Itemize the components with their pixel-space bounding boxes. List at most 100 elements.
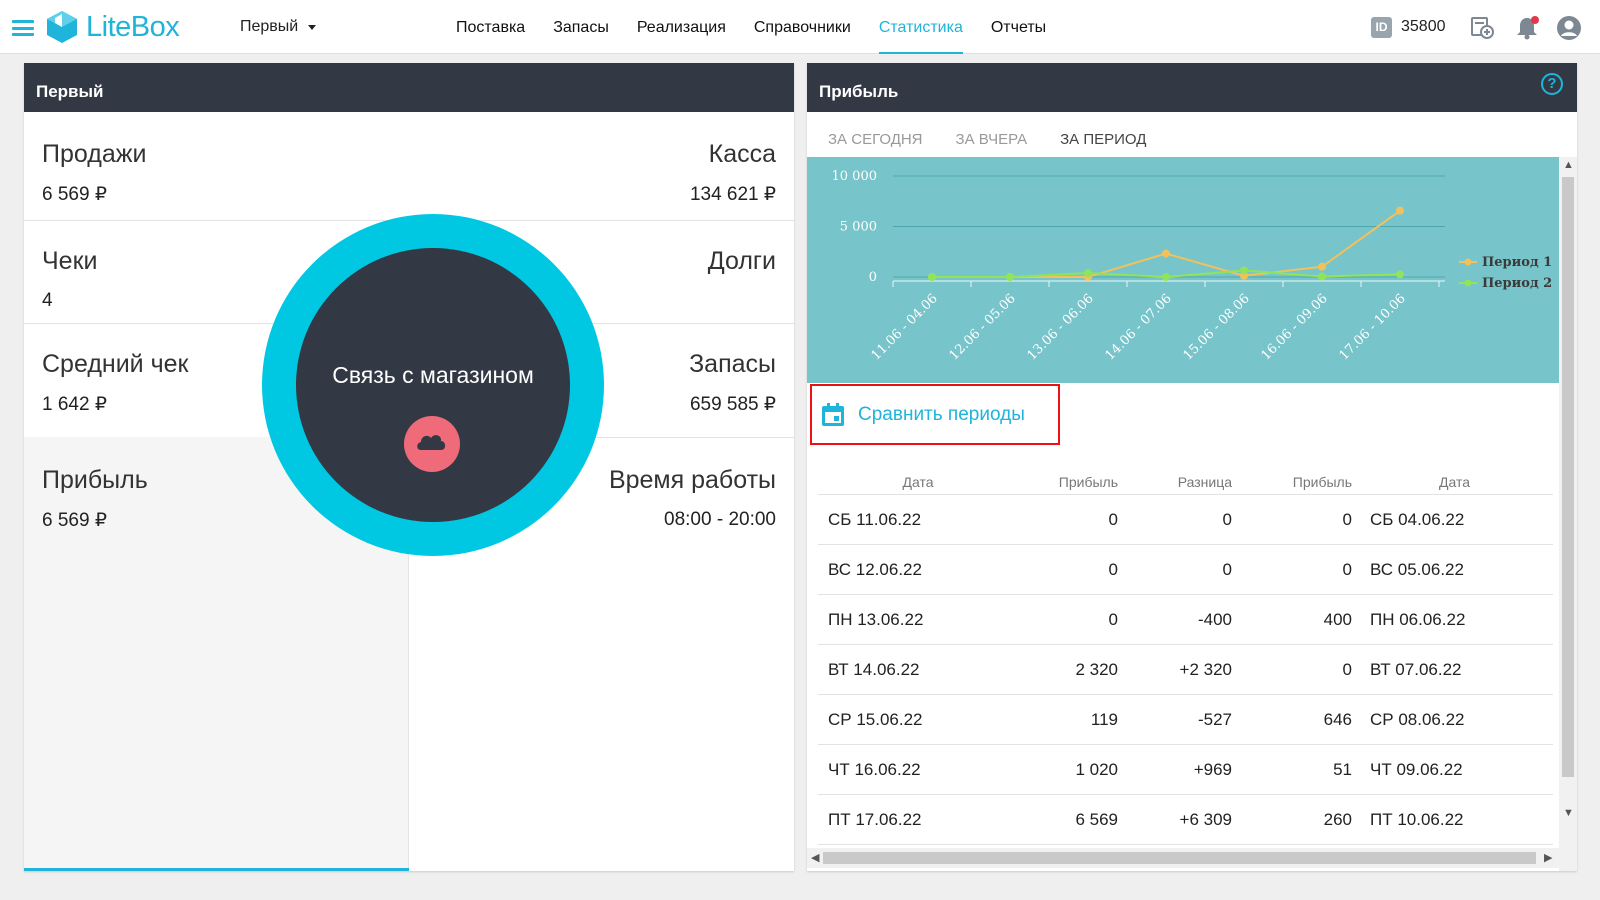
cell-date-1: СБ 11.06.22 [828, 509, 922, 529]
cell-date-2: СБ 04.06.22 [1370, 509, 1465, 529]
cell-difference: 0 [1222, 509, 1232, 529]
store-select-label: Первый [240, 18, 299, 35]
table-header: Дата Прибыль Разница Прибыль Дата [818, 466, 1553, 495]
profit-panel: Прибыль ? ЗА СЕГОДНЯ ЗА ВЧЕРА ЗА ПЕРИОД … [807, 63, 1577, 871]
menu-icon[interactable] [12, 20, 34, 36]
horizontal-scrollbar[interactable]: ◀ ▶ [807, 848, 1559, 868]
x-tick-label: 15.06 - 08.06 [1181, 291, 1253, 363]
legend-label: Период 1 [1482, 255, 1552, 270]
tab-period[interactable]: ЗА ПЕРИОД [1060, 131, 1146, 148]
nav-item-stock[interactable]: Запасы [553, 0, 609, 54]
profit-chart: 10 000 5 000 0 11.06 - 04.06 12.06 - 05.06 13… [832, 169, 1553, 363]
main-nav: Поставка Запасы Реализация Справочники С… [456, 0, 1074, 54]
legend-marker [1464, 258, 1472, 266]
cell-profit-2: 0 [1342, 659, 1352, 679]
tab-today[interactable]: ЗА СЕГОДНЯ [828, 131, 923, 148]
data-point [1318, 262, 1326, 271]
vertical-scrollbar[interactable]: ▲ ▼ [1559, 157, 1577, 871]
store-connection-title: Связь с магазином [332, 362, 534, 388]
active-indicator [24, 868, 409, 871]
metric-cash: Касса 134 621 ₽ [409, 112, 794, 220]
logo[interactable]: LiteBox [46, 10, 180, 44]
column-header-profit-2: Прибыль [1292, 474, 1352, 490]
profit-chart-area: 10 000 5 000 0 11.06 - 04.06 12.06 - 05.06 13… [807, 157, 1559, 383]
table-row[interactable]: ЧТ 16.06.22 1 020 +969 51 ЧТ 09.06.22 [818, 745, 1553, 795]
metric-sales-label: Продажи [42, 140, 147, 168]
empty-cell [409, 548, 794, 871]
vertical-scrollbar-thumb[interactable] [1562, 177, 1574, 777]
cell-difference: +2 320 [1179, 659, 1232, 679]
data-point [1006, 273, 1014, 281]
cell-profit-1: 1 020 [1075, 759, 1118, 779]
top-bar: LiteBox Первый Поставка Запасы Реализаци… [0, 0, 1600, 54]
cell-profit-2: 400 [1323, 609, 1352, 629]
x-tick-label: 13.06 - 06.06 [1025, 291, 1097, 363]
table-row[interactable]: СР 15.06.22 119 -527 646 СР 08.06.22 [818, 695, 1553, 745]
nav-item-directories[interactable]: Справочники [754, 0, 851, 54]
cell-profit-1: 6 569 [1075, 809, 1118, 829]
user-icon[interactable] [1556, 15, 1582, 41]
cell-date-1: ВТ 14.06.22 [828, 659, 920, 679]
nav-item-delivery[interactable]: Поставка [456, 0, 525, 54]
cloud-button[interactable] [404, 416, 460, 472]
cell-difference: -400 [1197, 609, 1232, 629]
cell-profit-2: 260 [1323, 809, 1352, 829]
data-point [1162, 273, 1170, 281]
cell-difference: -527 [1197, 709, 1232, 729]
scroll-left-icon[interactable]: ◀ [811, 851, 819, 864]
id-badge: ID [1371, 17, 1392, 38]
cell-profit-2: 0 [1342, 509, 1352, 529]
account-id: 35800 [1401, 18, 1446, 35]
horizontal-scrollbar-thumb[interactable] [823, 852, 1536, 864]
metric-sales: Продажи 6 569 ₽ [24, 112, 409, 220]
store-select[interactable]: Первый [240, 18, 317, 36]
cell-profit-2: 0 [1342, 559, 1352, 579]
profit-panel-title: Прибыль [807, 63, 1577, 112]
cell-profit-2: 646 [1323, 709, 1352, 729]
compare-periods-button[interactable]: Сравнить периоды [810, 384, 1060, 445]
store-panel-title: Первый [24, 63, 794, 112]
cell-profit-1: 0 [1108, 609, 1118, 629]
scroll-down-icon[interactable]: ▼ [1563, 807, 1574, 819]
y-tick-label: 5 000 [840, 220, 877, 235]
profit-table: Дата Прибыль Разница Прибыль Дата СБ 11.… [818, 466, 1553, 845]
cell-date-2: СР 08.06.22 [1370, 709, 1465, 729]
store-connection-overlay[interactable]: Связь с магазином [262, 214, 604, 556]
table-row[interactable]: СБ 11.06.22 0 0 0 СБ 04.06.22 [818, 495, 1553, 545]
legend-label: Период 2 [1482, 276, 1552, 291]
cell-profit-2: 51 [1333, 759, 1352, 779]
cell-date-1: СР 15.06.22 [828, 709, 923, 729]
series-line [932, 209, 1401, 278]
cell-difference: +969 [1193, 759, 1232, 779]
calendar-icon [822, 402, 844, 426]
table-row[interactable]: ПТ 17.06.22 6 569 +6 309 260 ПТ 10.06.22 [818, 795, 1553, 845]
cell-date-1: ЧТ 16.06.22 [828, 759, 921, 779]
add-document-icon[interactable] [1470, 15, 1494, 39]
metric-cash-label: Касса [708, 140, 776, 168]
scroll-up-icon[interactable]: ▲ [1563, 159, 1574, 171]
x-tick-label: 11.06 - 04.06 [869, 291, 941, 363]
table-row[interactable]: ВТ 14.06.22 2 320 +2 320 0 ВТ 07.06.22 [818, 645, 1553, 695]
metric-sales-value: 6 569 ₽ [42, 184, 107, 205]
nav-item-statistics[interactable]: Статистика [878, 0, 963, 54]
metric-cash-value: 134 621 ₽ [689, 184, 776, 205]
data-point [1240, 266, 1248, 275]
cell-date-1: ПН 13.06.22 [828, 609, 924, 629]
chevron-down-icon [308, 24, 317, 30]
column-header-date-1: Дата [902, 474, 934, 490]
cell-date-2: ПТ 10.06.22 [1370, 809, 1464, 829]
data-point [1162, 249, 1170, 258]
tab-yesterday[interactable]: ЗА ВЧЕРА [956, 131, 1028, 148]
bell-icon[interactable] [1515, 15, 1541, 41]
litebox-logo-icon [47, 11, 77, 43]
scroll-right-icon[interactable]: ▶ [1544, 851, 1552, 864]
nav-item-reports[interactable]: Отчеты [991, 0, 1046, 54]
help-icon[interactable]: ? [1541, 73, 1563, 95]
nav-item-sales[interactable]: Реализация [637, 0, 726, 54]
x-tick-label: 16.06 - 09.06 [1259, 291, 1331, 363]
store-connection-circle: Связь с магазином [296, 248, 570, 522]
x-tick-label: 14.06 - 07.06 [1103, 291, 1175, 363]
table-row[interactable]: ПН 13.06.22 0 -400 400 ПН 06.06.22 [818, 595, 1553, 645]
table-row[interactable]: ВС 12.06.22 0 0 0 ВС 05.06.22 [818, 545, 1553, 595]
cell-profit-1: 2 320 [1075, 659, 1118, 679]
